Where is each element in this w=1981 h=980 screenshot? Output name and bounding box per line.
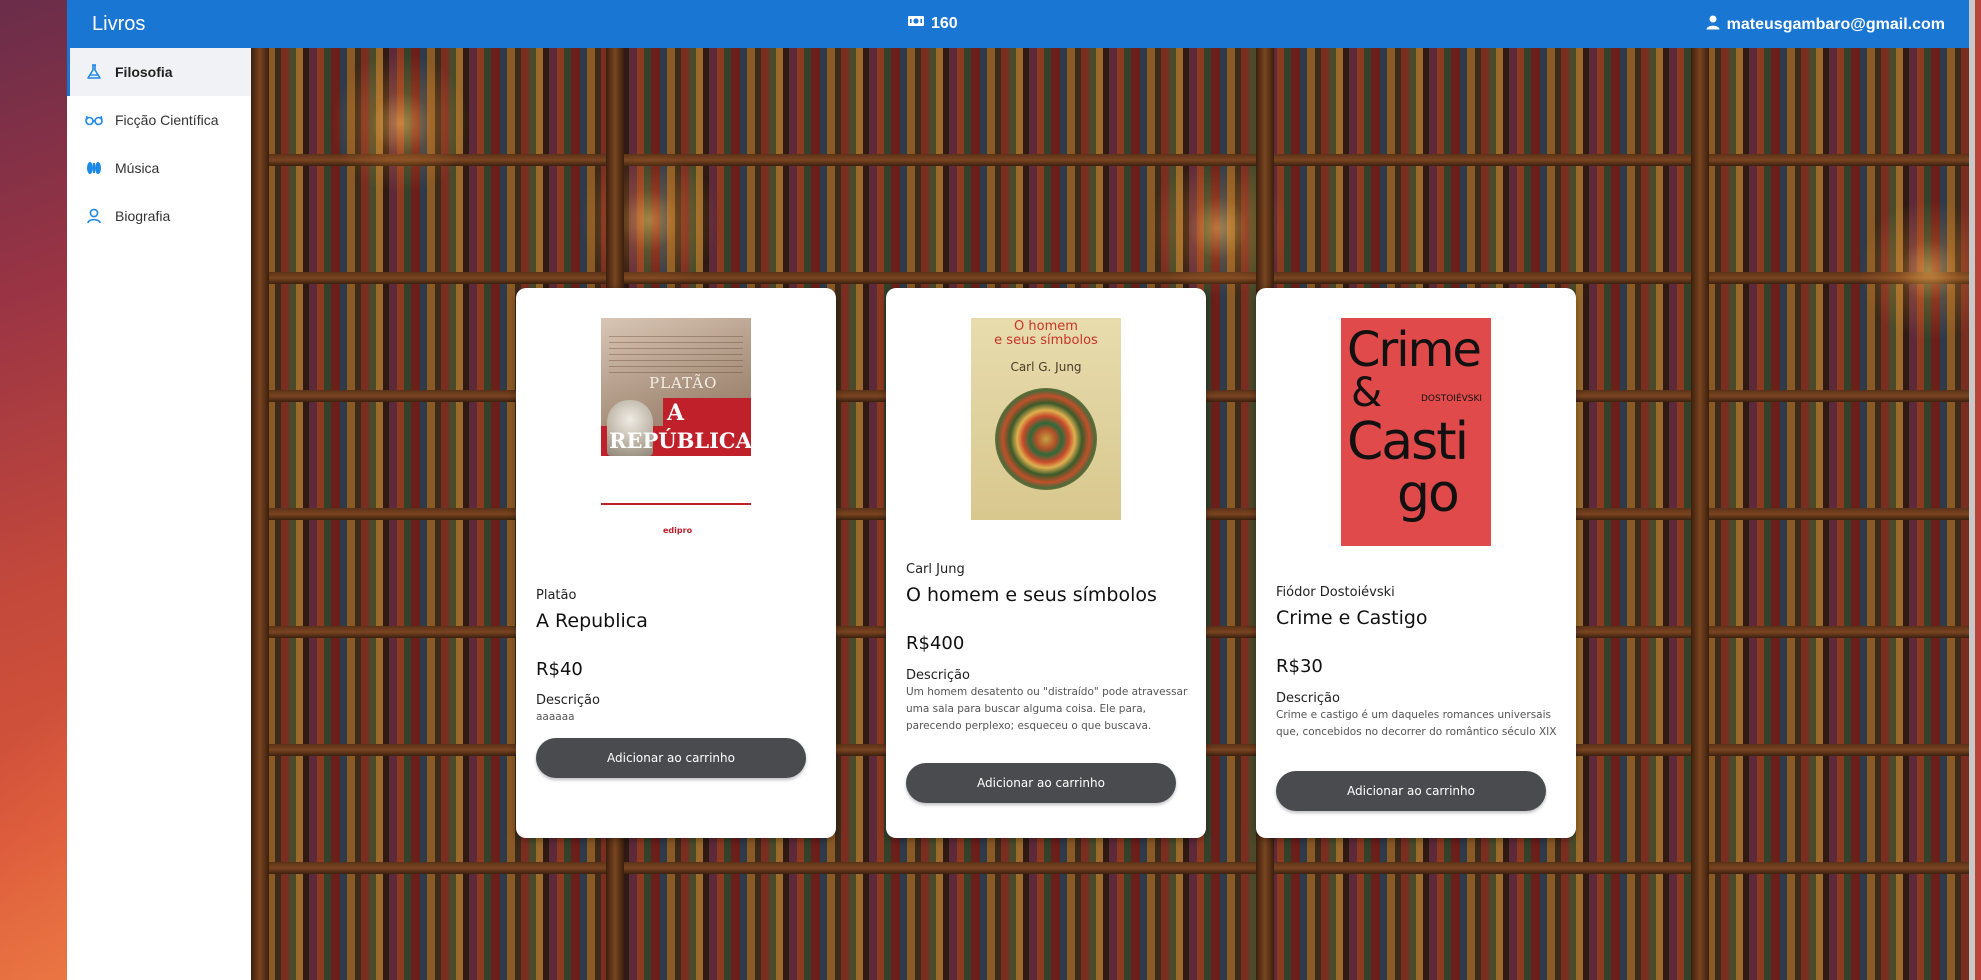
book-author: Carl Jung [906,562,965,577]
book-title: A Republica [536,610,648,632]
window-scrollbar[interactable] [1969,0,1975,980]
credits-display: 160 [907,14,958,33]
book-price: R$400 [906,633,965,654]
person-icon [85,207,103,225]
book-cover-image: Crime & DOSTOIÉVSKI Casti go [1341,318,1491,546]
book-description: Crime e castigo é um daqueles romances u… [1276,709,1557,738]
product-card: Crime & DOSTOIÉVSKI Casti go Fiódor Dost… [1256,288,1576,838]
cover-author: Carl G. Jung [1010,360,1082,374]
sidebar-item-label: Ficção Científica [115,112,219,128]
shelf-post [1691,48,1709,980]
sidebar-item-label: Música [115,160,160,176]
book-price: R$40 [536,659,583,680]
app-window: Livros 160 mateusgambaro@gmail.com Filos… [67,0,1975,980]
sidebar-item-ficcao-cientifica[interactable]: Ficção Científica [67,96,251,144]
book-cover-image: O homem e seus símbolos Carl G. Jung [971,318,1121,520]
cover-title: O homem [1014,319,1078,334]
sidebar-item-musica[interactable]: Música [67,144,251,192]
product-card: PLATÃO A REPÚBLICA edipro Platão A Repub… [516,288,836,838]
sidebar-item-label: Filosofia [115,64,173,80]
shelf-post [251,48,269,980]
description-label: Descrição [1276,691,1340,706]
user-email: mateusgambaro@gmail.com [1726,15,1945,33]
flask-icon [85,63,103,81]
description-label: Descrição [906,668,970,683]
add-to-cart-button[interactable]: Adicionar ao carrinho [536,738,806,778]
cover-author: PLATÃO [649,374,718,392]
add-to-cart-button[interactable]: Adicionar ao carrinho [1276,771,1546,811]
cover-title: & [1351,370,1382,416]
app-title[interactable]: Livros [92,13,145,36]
cover-title: REPÚBLICA [609,428,752,453]
add-to-cart-button[interactable]: Adicionar ao carrinho [906,763,1176,803]
cover-title: Casti [1347,412,1469,472]
headphones-icon [85,159,103,177]
book-description: Um homem desatento ou "distraído" pode a… [906,686,1188,732]
cover-title: go [1397,464,1460,524]
publisher-logo: edipro [663,526,693,535]
user-menu[interactable]: mateusgambaro@gmail.com [1705,14,1945,35]
sidebar-item-filosofia[interactable]: Filosofia [67,48,251,96]
person-icon [1705,14,1721,35]
cover-author: DOSTOIÉVSKI [1421,394,1483,404]
description-label: Descrição [536,693,600,708]
sidebar-item-label: Biografia [115,208,171,224]
book-description: aaaaaa [536,711,575,723]
credits-value: 160 [931,14,958,32]
top-app-bar: Livros 160 mateusgambaro@gmail.com [67,0,1975,48]
glasses-icon [85,111,103,129]
book-cover-image: PLATÃO A REPÚBLICA edipro [601,318,752,548]
money-icon [907,14,925,33]
book-title: Crime e Castigo [1276,607,1428,629]
desktop-wallpaper [0,0,67,980]
cover-title: e seus símbolos [994,333,1098,348]
sidebar-item-biografia[interactable]: Biografia [67,192,251,240]
mandala-image [995,388,1097,490]
book-author: Fiódor Dostoiévski [1276,585,1395,600]
book-author: Platão [536,588,577,603]
library-background: PLATÃO A REPÚBLICA edipro Platão A Repub… [251,48,1969,980]
cover-title: A [667,400,685,426]
book-price: R$30 [1276,656,1323,677]
book-title: O homem e seus símbolos [906,584,1157,606]
product-card: O homem e seus símbolos Carl G. Jung Carl… [886,288,1206,838]
category-sidebar: Filosofia Ficção Científica Música Biogr… [67,48,251,980]
